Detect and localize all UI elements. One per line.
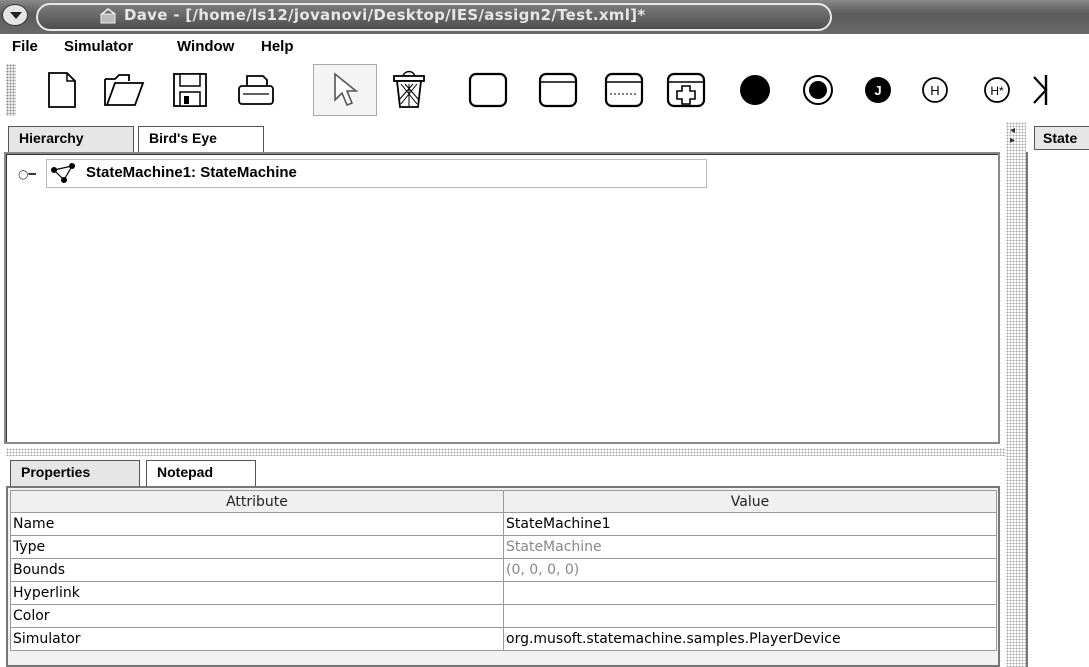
split-collapse-arrows-icon[interactable]: ◂ ▸ [1010,126,1015,146]
simple-state-icon [468,72,508,108]
properties-table: Attribute Value Name StateMachine1 Type … [10,490,997,651]
menu-help[interactable]: Help [261,38,294,55]
state-machine-icon [51,163,75,183]
value-cell: StateMachine [503,535,997,559]
transition-icon [1033,75,1048,105]
table-row[interactable]: Simulator org.musoft.statemachine.sample… [10,627,997,651]
window-title: Dave - [/home/ls12/jovanovi/Desktop/IES/… [124,6,646,24]
table-row[interactable]: Bounds (0, 0, 0, 0) [10,558,997,582]
vertical-split-divider[interactable]: ◂ ▸ [1006,122,1026,667]
deep-history-button[interactable]: H* [975,68,1019,112]
svg-text:J: J [874,83,881,98]
submachine-state-icon [666,72,706,108]
svg-text:H: H [930,83,939,98]
value-cell[interactable]: StateMachine1 [503,512,997,536]
trash-icon [393,70,425,108]
concurrent-state-button[interactable] [602,68,646,112]
junction-button[interactable]: J [856,68,900,112]
menu-simulator-label: Simulator [64,38,134,55]
window-menu-button[interactable] [2,4,28,26]
tab-hierarchy[interactable]: Hierarchy [8,126,134,152]
open-button[interactable] [102,68,146,112]
select-tool-button[interactable] [313,64,377,116]
final-state-icon [803,75,833,105]
print-icon [238,75,274,105]
new-file-button[interactable] [40,68,84,112]
menu-help-label: Help [261,38,294,55]
tab-state[interactable]: State [1034,126,1089,150]
tab-properties[interactable]: Properties [10,460,140,486]
delete-button[interactable] [387,68,431,112]
print-button[interactable] [234,68,278,112]
attribute-cell: Simulator [10,627,504,651]
tab-birds-eye[interactable]: Bird's Eye [138,126,264,152]
new-file-icon [48,72,76,108]
column-header-value[interactable]: Value [503,490,997,513]
title-bar: Dave - [/home/ls12/jovanovi/Desktop/IES/… [0,0,1089,34]
attribute-cell: Color [10,604,504,628]
save-button[interactable] [168,68,212,112]
final-state-button[interactable] [796,68,840,112]
table-row[interactable]: Type StateMachine [10,535,997,559]
tab-birds-eye-label: Bird's Eye [149,130,217,146]
junction-icon: J [865,77,891,103]
composite-state-button[interactable] [536,68,580,112]
initial-state-icon [740,75,770,105]
shallow-history-button[interactable]: H [913,68,957,112]
menu-window[interactable]: Window [177,38,234,55]
transition-button[interactable] [1030,68,1060,112]
menu-file-label: File [12,38,38,55]
table-row[interactable]: Name StateMachine1 [10,512,997,536]
open-folder-icon [104,74,145,106]
svg-text:H*: H* [990,84,1004,98]
value-cell: (0, 0, 0, 0) [503,558,997,582]
simple-state-button[interactable] [466,68,510,112]
state-panel[interactable] [1026,152,1089,667]
hierarchy-tree[interactable] [4,152,1000,444]
menu-bar: File Simulator Window Help [0,34,1089,58]
value-cell[interactable]: org.musoft.statemachine.samples.PlayerDe… [503,627,997,651]
tab-properties-label: Properties [21,464,91,480]
table-row[interactable]: Hyperlink [10,581,997,605]
menu-file[interactable]: File [12,38,38,55]
tab-state-label: State [1043,130,1078,146]
value-cell[interactable] [503,581,997,605]
attribute-cell: Hyperlink [10,581,504,605]
select-arrow-icon [334,72,359,107]
app-icon [100,8,116,24]
attribute-cell: Type [10,535,504,559]
save-disk-icon [173,73,207,107]
split-divider[interactable] [6,448,1006,456]
tab-notepad[interactable]: Notepad [146,460,256,486]
attribute-cell: Bounds [10,558,504,582]
tree-expand-handle[interactable]: ○━ [18,167,36,181]
menu-simulator[interactable]: Simulator [64,38,133,55]
concurrent-state-icon [604,72,644,108]
tab-hierarchy-label: Hierarchy [19,130,84,146]
menu-window-label: Window [177,38,235,55]
deep-history-icon: H* [984,77,1010,103]
value-cell[interactable] [503,604,997,628]
submachine-state-button[interactable] [664,68,708,112]
attribute-cell: Name [10,512,504,536]
toolbar-grip[interactable] [6,64,16,116]
composite-state-icon [538,72,578,108]
shallow-history-icon: H [922,77,948,103]
column-header-attribute[interactable]: Attribute [10,490,504,513]
tab-notepad-label: Notepad [157,464,213,480]
initial-state-button[interactable] [733,68,777,112]
table-row[interactable]: Color [10,604,997,628]
toolbar: J H H* [0,58,1089,122]
tree-node-label: StateMachine1: StateMachine [86,164,297,181]
